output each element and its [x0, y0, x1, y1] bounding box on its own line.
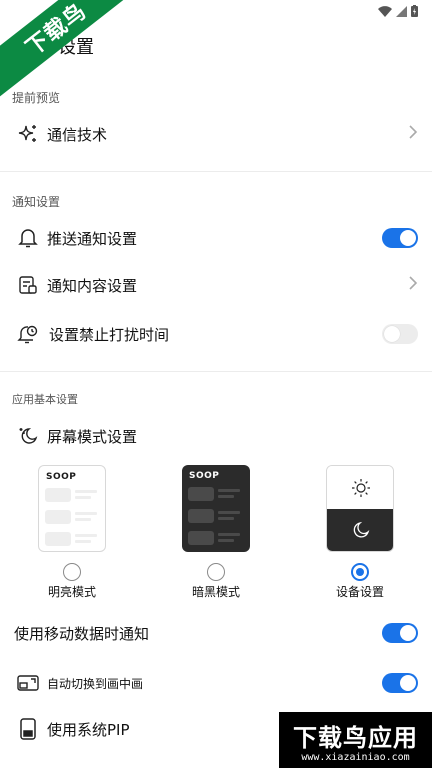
device-mode-radio[interactable] — [351, 563, 369, 581]
row-label: 使用系统PIP — [47, 720, 130, 739]
pip-icon — [16, 717, 40, 741]
mobile-data-notify-toggle[interactable] — [382, 623, 418, 643]
row-label: 通信技术 — [47, 125, 108, 144]
watermark-brand: 下载鸟应用 — [293, 724, 418, 752]
brand-logo: SOOP — [189, 471, 220, 481]
chevron-right-icon — [408, 124, 418, 144]
sun-icon — [352, 479, 370, 497]
divider — [0, 171, 432, 172]
row-label: 屏幕模式设置 — [47, 427, 138, 446]
device-mode-label: 设备设置 — [335, 585, 384, 599]
device-mode-preview[interactable] — [326, 465, 394, 552]
row-do-not-disturb[interactable]: 设置禁止打扰时间 — [0, 312, 432, 356]
light-mode-radio[interactable] — [63, 563, 81, 581]
row-label: 自动切换到画中画 — [47, 676, 144, 691]
watermark-url: www.xiazainiao.com — [301, 752, 410, 763]
light-mode-preview[interactable]: SOOP — [38, 465, 106, 552]
dark-mode-radio[interactable] — [207, 563, 225, 581]
bell-icon — [16, 226, 40, 250]
section-label-preview: 提前预览 — [12, 91, 61, 105]
signal-icon — [396, 5, 407, 17]
bell-clock-icon — [16, 322, 40, 346]
sparkle-icon — [16, 122, 40, 146]
notification-content-icon — [16, 273, 40, 297]
wifi-icon — [378, 5, 392, 17]
moon-icon — [353, 521, 370, 538]
row-mobile-data-notify[interactable]: 使用移动数据时通知 — [0, 611, 432, 655]
battery-icon — [411, 5, 418, 17]
row-auto-pip[interactable]: 自动切换到画中画 — [0, 661, 432, 705]
row-label: 使用移动数据时通知 — [14, 624, 150, 643]
row-label: 设置禁止打扰时间 — [49, 325, 170, 344]
row-notification-content[interactable]: 通知内容设置 — [0, 263, 432, 307]
row-push-notification[interactable]: 推送通知设置 — [0, 216, 432, 260]
pip-switch-icon — [16, 671, 40, 695]
dark-mode-label: 暗黑模式 — [191, 585, 240, 599]
dark-mode-preview[interactable]: SOOP — [182, 465, 250, 552]
do-not-disturb-toggle[interactable] — [382, 324, 418, 344]
row-screen-mode: 屏幕模式设置 — [0, 414, 432, 458]
section-label-basic: 应用基本设置 — [12, 393, 78, 406]
row-label: 推送通知设置 — [47, 229, 138, 248]
chevron-right-icon — [408, 275, 418, 295]
push-notification-toggle[interactable] — [382, 228, 418, 248]
auto-pip-toggle[interactable] — [382, 673, 418, 693]
row-label: 通知内容设置 — [47, 276, 138, 295]
divider — [0, 371, 432, 372]
section-label-notifications: 通知设置 — [12, 195, 61, 209]
theme-icon — [16, 424, 40, 448]
light-mode-label: 明亮模式 — [47, 585, 96, 599]
brand-logo: SOOP — [46, 472, 77, 482]
watermark-bottom-right: 下载鸟应用 www.xiazainiao.com — [279, 712, 432, 768]
row-communication-tech[interactable]: 通信技术 — [0, 112, 432, 156]
